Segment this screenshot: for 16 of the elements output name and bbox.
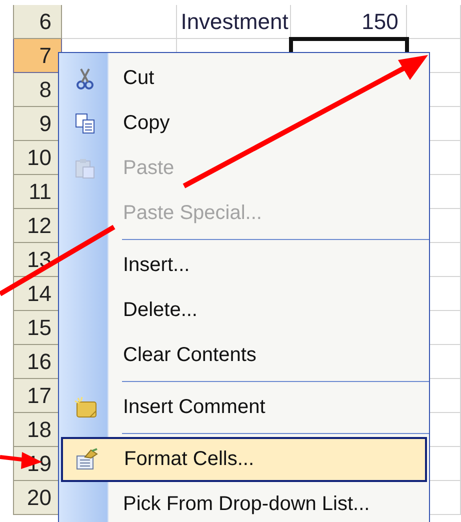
table-cell[interactable]: 150 xyxy=(291,5,408,39)
menu-item[interactable]: Clear Contents xyxy=(61,333,427,378)
menu-item[interactable]: Cut xyxy=(61,56,427,101)
menu-item[interactable]: Pick From Drop-down List... xyxy=(61,482,427,522)
table-cell[interactable] xyxy=(62,5,177,39)
table-cell[interactable]: Investment xyxy=(176,5,292,39)
menu-item[interactable]: Copy xyxy=(61,101,427,146)
form-icon xyxy=(75,448,99,472)
menu-item[interactable]: Format Cells... xyxy=(61,437,427,482)
row-header[interactable]: 7 xyxy=(13,39,62,73)
menu-item[interactable]: Insert... xyxy=(61,243,427,288)
menu-item[interactable]: Insert Comment xyxy=(61,385,427,430)
row-header[interactable]: 6 xyxy=(13,5,62,39)
table-cell[interactable] xyxy=(407,5,461,39)
note-icon xyxy=(74,396,98,420)
menu-item[interactable]: Delete... xyxy=(61,288,427,333)
